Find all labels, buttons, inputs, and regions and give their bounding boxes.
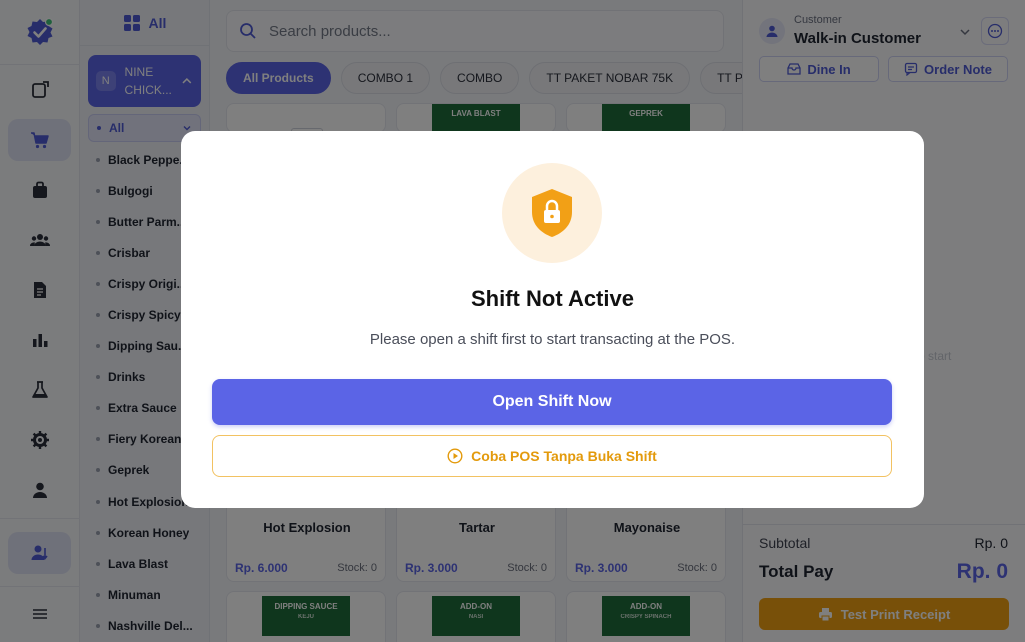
try-pos-label: Coba POS Tanpa Buka Shift — [471, 448, 657, 464]
dialog-message: Please open a shift first to start trans… — [369, 331, 736, 348]
dialog-title: Shift Not Active — [471, 286, 634, 311]
shield-lock-icon — [532, 189, 572, 237]
open-shift-button[interactable]: Open Shift Now — [212, 379, 892, 425]
try-pos-without-shift-button[interactable]: Coba POS Tanpa Buka Shift — [212, 435, 892, 477]
play-circle-icon — [447, 448, 463, 464]
shift-not-active-dialog: Shift Not Active Please open a shift fir… — [181, 131, 924, 508]
lock-badge — [502, 163, 602, 263]
